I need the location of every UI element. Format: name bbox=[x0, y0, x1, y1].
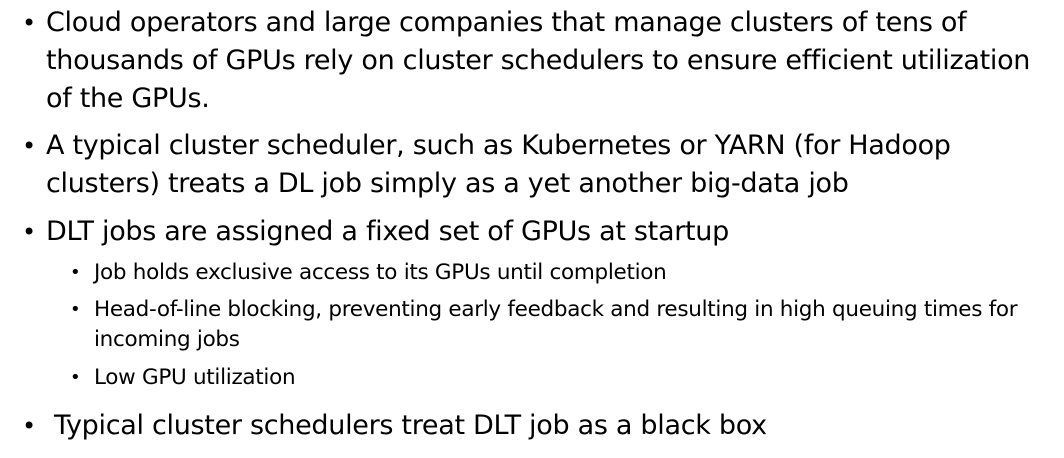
sub-bullet-item: • Job holds exclusive access to its GPUs… bbox=[70, 258, 1050, 288]
bullet-dot-icon: • bbox=[22, 132, 36, 160]
slide-content: • Cloud operators and large companies th… bbox=[0, 0, 1064, 458]
sub-bullet-dot-icon: • bbox=[70, 367, 81, 388]
bullet-text: DLT jobs are assigned a fixed set of GPU… bbox=[46, 216, 729, 247]
sub-bullet-dot-icon: • bbox=[70, 299, 81, 320]
bullet-item: • Typical cluster schedulers treat DLT j… bbox=[22, 407, 1052, 445]
bullet-text: Typical cluster schedulers treat DLT job… bbox=[54, 410, 767, 441]
bullet-dot-icon: • bbox=[22, 9, 36, 37]
bullet-item: • A typical cluster scheduler, such as K… bbox=[22, 127, 1052, 203]
bullet-item: • DLT jobs are assigned a fixed set of G… bbox=[22, 213, 1052, 251]
bullet-item: • Cloud operators and large companies th… bbox=[22, 4, 1052, 118]
sub-bullet-dot-icon: • bbox=[70, 262, 81, 283]
bullet-text: A typical cluster scheduler, such as Kub… bbox=[46, 130, 951, 199]
sub-bullet-text: Job holds exclusive access to its GPUs u… bbox=[94, 260, 667, 285]
sub-bullet-text: Head-of-line blocking, preventing early … bbox=[94, 297, 1018, 352]
sub-bullet-item: • Low GPU utilization bbox=[70, 363, 1050, 393]
bullet-text: Cloud operators and large companies that… bbox=[46, 7, 1031, 114]
bullet-dot-icon: • bbox=[22, 412, 36, 440]
sub-bullet-text: Low GPU utilization bbox=[94, 365, 296, 390]
bullet-dot-icon: • bbox=[22, 218, 36, 246]
sub-bullet-item: • Head-of-line blocking, preventing earl… bbox=[70, 295, 1050, 355]
